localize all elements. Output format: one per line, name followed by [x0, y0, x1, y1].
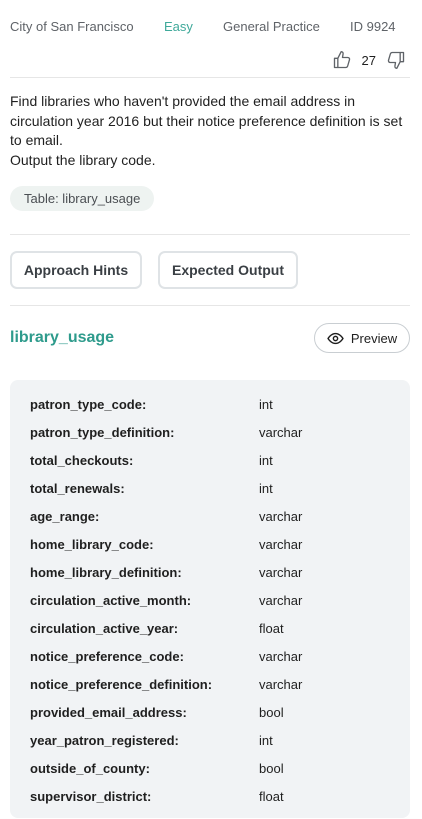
- column-type: varchar: [259, 508, 303, 524]
- schema-row: total_checkouts: int: [10, 446, 410, 474]
- schema-row: home_library_code: varchar: [10, 530, 410, 558]
- schema-row: age_range: varchar: [10, 502, 410, 530]
- column-type: int: [259, 452, 273, 468]
- divider: [10, 234, 410, 235]
- vote-controls: 27: [332, 48, 406, 72]
- schema-row: circulation_active_month: varchar: [10, 586, 410, 614]
- question-text: Find libraries who haven't provided the …: [10, 92, 410, 170]
- column-type: float: [259, 788, 284, 804]
- approach-hints-button[interactable]: Approach Hints: [10, 251, 142, 289]
- thumbs-up-icon[interactable]: [332, 50, 352, 70]
- column-name: provided_email_address:: [30, 704, 187, 720]
- divider: [10, 77, 410, 78]
- thumbs-down-icon[interactable]: [386, 50, 406, 70]
- column-name: patron_type_definition:: [30, 424, 175, 440]
- schema-table: patron_type_code: int patron_type_defini…: [10, 380, 410, 818]
- company-label[interactable]: City of San Francisco: [10, 19, 134, 34]
- column-name: total_renewals:: [30, 480, 125, 496]
- table-chip: Table: library_usage: [10, 186, 155, 211]
- column-name: notice_preference_definition:: [30, 676, 213, 692]
- column-name: total_checkouts:: [30, 452, 134, 468]
- schema-row: patron_type_code: int: [10, 390, 410, 418]
- category-label: General Practice: [223, 18, 320, 34]
- schema-row: patron_type_definition: varchar: [10, 418, 410, 446]
- column-type: varchar: [259, 592, 303, 608]
- column-type: varchar: [259, 564, 303, 580]
- column-name: patron_type_code:: [30, 396, 147, 412]
- column-type: int: [259, 396, 273, 412]
- column-name: year_patron_registered:: [30, 732, 179, 748]
- question-meta: City of San Francisco Easy General Pract…: [10, 17, 410, 35]
- difficulty-badge: Easy: [164, 18, 193, 34]
- column-name: notice_preference_code:: [30, 648, 184, 664]
- schema-row: year_patron_registered: int: [10, 726, 410, 754]
- expected-output-button[interactable]: Expected Output: [158, 251, 298, 289]
- eye-icon: [327, 330, 344, 347]
- schema-row: notice_preference_code: varchar: [10, 642, 410, 670]
- question-line: Output the library code.: [10, 151, 156, 168]
- preview-button[interactable]: Preview: [314, 323, 410, 353]
- column-name: supervisor_district:: [30, 788, 152, 804]
- column-name: outside_of_county:: [30, 760, 150, 776]
- preview-label: Preview: [350, 330, 398, 346]
- column-name: home_library_code:: [30, 536, 154, 552]
- divider: [10, 305, 410, 306]
- schema-row: home_library_definition: varchar: [10, 558, 410, 586]
- column-type: varchar: [259, 536, 303, 552]
- schema-row: outside_of_county: bool: [10, 754, 410, 782]
- column-type: int: [259, 480, 273, 496]
- column-type: bool: [259, 760, 284, 776]
- column-name: home_library_definition:: [30, 564, 182, 580]
- schema-row: circulation_active_year: float: [10, 614, 410, 642]
- column-name: age_range:: [30, 508, 100, 524]
- schema-row: notice_preference_definition: varchar: [10, 670, 410, 698]
- column-type: bool: [259, 704, 284, 720]
- schema-row: supervisor_district: float: [10, 782, 410, 810]
- column-type: varchar: [259, 676, 303, 692]
- column-name: circulation_active_year:: [30, 620, 179, 636]
- question-line: Find libraries who haven't provided the …: [10, 93, 403, 148]
- column-name: circulation_active_month:: [30, 592, 192, 608]
- vote-count: 27: [361, 52, 376, 68]
- question-id: ID 9924: [350, 18, 396, 34]
- schema-row: provided_email_address: bool: [10, 698, 410, 726]
- column-type: int: [259, 732, 273, 748]
- schema-row: total_renewals: int: [10, 474, 410, 502]
- column-type: varchar: [259, 648, 303, 664]
- table-name: library_usage: [10, 329, 115, 346]
- column-type: float: [259, 620, 284, 636]
- column-type: varchar: [259, 424, 303, 440]
